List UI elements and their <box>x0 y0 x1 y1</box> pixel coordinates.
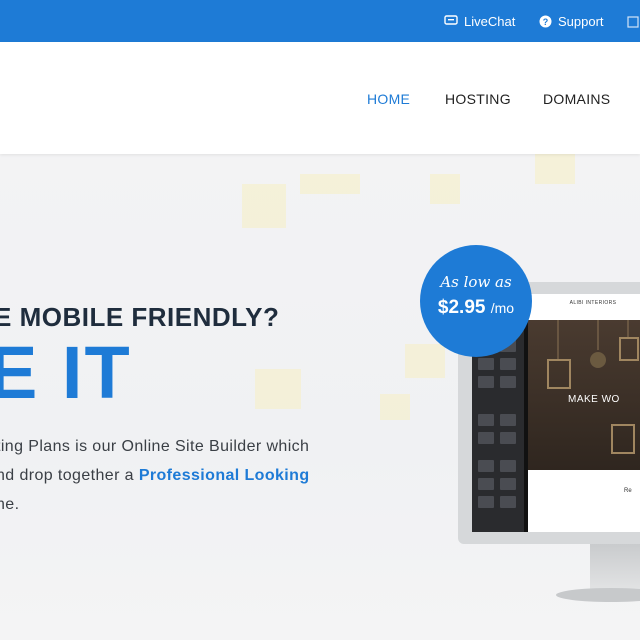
hero-paragraph-line-1: ting Plans is our Online Site Builder wh… <box>0 438 310 455</box>
support-label: Support <box>558 13 604 29</box>
hero-paragraph-line-2: nd drop together a Professional Looking <box>0 461 310 490</box>
as-low-as-label: As low as <box>440 273 512 291</box>
builder-tile <box>478 376 494 388</box>
hero-paragraph: ting Plans is our Online Site Builder wh… <box>0 432 310 519</box>
hero-paragraph-line-3: ne. <box>0 496 20 513</box>
hero-highlight-text: Professional Looking <box>138 467 310 484</box>
monitor-stand-base <box>556 588 640 602</box>
builder-tile <box>478 432 494 444</box>
svg-text:?: ? <box>543 17 549 27</box>
decorative-square <box>405 344 445 378</box>
site-brand: ALIBI INTERIORS <box>528 294 640 320</box>
hero-big-text: E IT <box>0 331 132 414</box>
nav-item-domains[interactable]: DOMAINS <box>543 91 610 107</box>
support-link[interactable]: ? Support <box>539 0 604 42</box>
main-navbar: HOME HOSTING DOMAINS <box>0 42 640 154</box>
decorative-square <box>242 184 286 228</box>
site-hero-text: MAKE WO <box>568 394 620 405</box>
livechat-label: LiveChat <box>464 13 516 29</box>
builder-tile <box>478 414 494 426</box>
price-amount: $2.95 <box>437 297 486 318</box>
site-body: Re <box>528 470 640 532</box>
chat-icon <box>444 15 458 25</box>
decorative-square <box>535 154 575 184</box>
builder-tile <box>500 414 516 426</box>
builder-tile <box>500 460 516 472</box>
nav-item-home[interactable]: HOME <box>367 91 410 107</box>
top-utility-bar: LiveChat ? Support <box>0 0 640 42</box>
builder-tile <box>500 496 516 508</box>
nav-item-hosting[interactable]: HOSTING <box>445 91 511 107</box>
builder-tile <box>500 358 516 370</box>
site-body-title: Re <box>624 488 632 494</box>
site-preview: ALIBI INTERIORS MAKE WO Re <box>528 294 640 532</box>
price-value: $2.95 /mo <box>420 297 532 319</box>
hero-paragraph-line-2-text: nd drop together a <box>0 467 139 484</box>
builder-tile <box>478 496 494 508</box>
help-icon: ? <box>539 15 552 27</box>
price-badge[interactable]: As low as $2.95 /mo <box>420 245 532 357</box>
decorative-square <box>430 174 460 204</box>
builder-tile <box>500 376 516 388</box>
monitor-stand-neck <box>590 544 640 594</box>
edit-link[interactable] <box>627 0 640 42</box>
decorative-square <box>255 369 301 409</box>
hero-section: E MOBILE FRIENDLY? E IT ting Plans is ou… <box>0 154 640 640</box>
decorative-square <box>380 394 410 420</box>
builder-tile <box>500 432 516 444</box>
site-hero-image: MAKE WO <box>528 320 640 470</box>
edit-icon <box>627 15 639 28</box>
price-period: /mo <box>490 300 515 316</box>
builder-tile <box>478 460 494 472</box>
builder-tile <box>478 478 494 490</box>
builder-tile <box>478 358 494 370</box>
builder-tile <box>500 478 516 490</box>
decorative-square <box>300 174 360 194</box>
hero-headline: E MOBILE FRIENDLY? <box>0 302 280 332</box>
livechat-link[interactable]: LiveChat <box>444 0 515 42</box>
